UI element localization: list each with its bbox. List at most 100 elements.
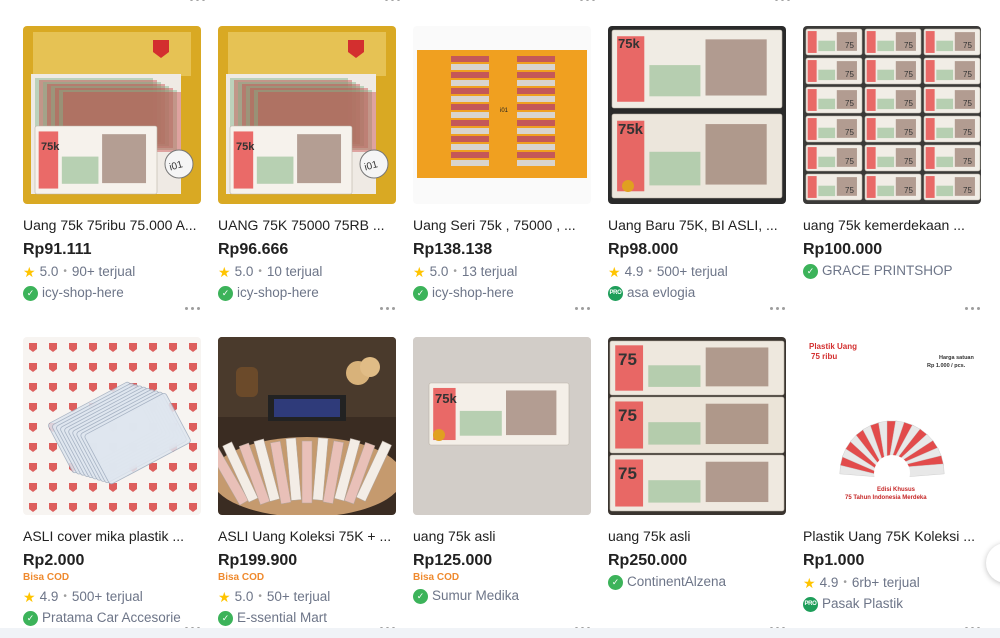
product-image[interactable]	[23, 337, 201, 515]
svg-text:75: 75	[963, 128, 972, 137]
verified-badge-icon: ✓	[23, 285, 38, 301]
product-rating: ★ 5.0 • 13 terjual	[413, 263, 591, 281]
product-card[interactable]: i01 Uang Seri 75k , 75000 , ... Rp138.13…	[413, 26, 591, 326]
more-options-icon[interactable]	[380, 303, 396, 313]
svg-text:75: 75	[904, 186, 913, 195]
product-image[interactable]	[218, 337, 396, 515]
shop-name[interactable]: E-ssential Mart	[237, 609, 327, 627]
svg-text:Edisi Khusus: Edisi Khusus	[877, 487, 916, 493]
shop-info[interactable]: ✓ ContinentAlzena	[608, 573, 784, 591]
svg-text:75: 75	[904, 99, 913, 108]
shop-name[interactable]: asa evlogia	[627, 284, 695, 302]
more-options-icon[interactable]	[580, 0, 598, 6]
product-card[interactable]: 75k 75k Uang Baru 75K, BI ASLI, ... Rp98…	[608, 26, 786, 326]
product-image[interactable]: 75k i01	[218, 26, 396, 204]
pro-badge-icon: PRO	[803, 596, 818, 612]
shop-name[interactable]: GRACE PRINTSHOP	[822, 262, 953, 280]
verified-badge-icon: ✓	[413, 285, 428, 301]
rating-value: 5.0	[429, 264, 449, 279]
separator-dot: •	[63, 591, 67, 602]
shop-info[interactable]: ✓ icy-shop-here	[23, 284, 199, 302]
product-price: Rp98.000	[608, 241, 679, 258]
shop-info[interactable]: ✓ icy-shop-here	[218, 284, 394, 302]
product-price: Rp2.000	[23, 552, 85, 569]
product-price: Rp1.000	[803, 552, 865, 569]
product-image[interactable]: 75k 75k	[608, 26, 786, 204]
svg-text:75 ribu: 75 ribu	[811, 352, 837, 361]
shop-info[interactable]: ✓ Pratama Car Accesorie	[23, 609, 199, 627]
shop-info[interactable]: ✓ E-ssential Mart	[218, 609, 394, 627]
svg-text:75k: 75k	[41, 141, 60, 153]
product-title[interactable]: uang 75k asli	[608, 528, 784, 545]
product-title[interactable]: Plastik Uang 75K Koleksi ...	[803, 528, 979, 545]
star-icon: ★	[23, 264, 36, 280]
svg-text:75: 75	[963, 157, 972, 166]
svg-text:75: 75	[904, 41, 913, 50]
more-options-icon[interactable]	[385, 0, 403, 6]
product-price: Rp138.138	[413, 241, 493, 258]
product-card[interactable]: ASLI cover mika plastik ... Rp2.000 Bisa…	[23, 337, 201, 637]
shop-name[interactable]: Pasak Plastik	[822, 595, 903, 613]
product-title[interactable]: uang 75k asli	[413, 528, 589, 545]
shop-info[interactable]: ✓ Sumur Medika	[413, 587, 589, 605]
product-card[interactable]: 75k uang 75k asli Rp125.000 Bisa COD ✓ S…	[413, 337, 591, 637]
verified-badge-icon: ✓	[803, 263, 818, 279]
product-rating: ★ 4.9 • 500+ terjual	[608, 263, 786, 281]
product-title[interactable]: UANG 75K 75000 75RB ...	[218, 217, 394, 234]
shop-name[interactable]: icy-shop-here	[42, 284, 124, 302]
product-title[interactable]: uang 75k kemerdekaan ...	[803, 217, 979, 234]
shop-info[interactable]: PRO asa evlogia	[608, 284, 784, 302]
product-card[interactable]: 75k i01 Uang 75k 75ribu 75.000 A... Rp91…	[23, 26, 201, 326]
verified-badge-icon: ✓	[218, 285, 233, 301]
product-title[interactable]: Uang 75k 75ribu 75.000 A...	[23, 217, 199, 234]
shop-info[interactable]: PRO Pasak Plastik	[803, 595, 979, 613]
shop-name[interactable]: icy-shop-here	[432, 284, 514, 302]
shop-name[interactable]: ContinentAlzena	[627, 573, 726, 591]
shop-info[interactable]: ✓ GRACE PRINTSHOP	[803, 262, 979, 280]
product-title[interactable]: Uang Baru 75K, BI ASLI, ...	[608, 217, 784, 234]
shop-info[interactable]: ✓ icy-shop-here	[413, 284, 589, 302]
product-title[interactable]: ASLI Uang Koleksi 75K + ...	[218, 528, 394, 545]
cod-label: Bisa COD	[218, 572, 265, 583]
product-rating: ★ 4.9 • 6rb+ terjual	[803, 574, 981, 592]
star-icon: ★	[218, 264, 231, 280]
product-card[interactable]: ASLI Uang Koleksi 75K + ... Rp199.900 Bi…	[218, 337, 396, 637]
more-options-icon[interactable]	[775, 0, 793, 6]
shop-name[interactable]: icy-shop-here	[237, 284, 319, 302]
sold-count: 500+ terjual	[656, 264, 728, 279]
product-image[interactable]: 75k i01	[23, 26, 201, 204]
product-rating: ★ 5.0 • 50+ terjual	[218, 588, 396, 606]
star-icon: ★	[803, 575, 816, 591]
product-image[interactable]: 75k	[413, 337, 591, 515]
product-image[interactable]: i01	[413, 26, 591, 204]
product-card[interactable]: 75 75 75 75 75 75 75 75 75 75 75 75 75 7…	[803, 26, 981, 326]
svg-text:Rp 1.000 / pcs.: Rp 1.000 / pcs.	[927, 363, 966, 369]
product-image[interactable]: Plastik Uang 75 ribu Harga satuan Rp 1.0…	[803, 337, 981, 515]
separator-dot: •	[258, 591, 262, 602]
more-options-icon[interactable]	[965, 303, 981, 313]
product-image[interactable]: 75 75 75	[608, 337, 786, 515]
svg-text:75: 75	[963, 70, 972, 79]
product-title[interactable]: ASLI cover mika plastik ...	[23, 528, 199, 545]
sold-count: 13 terjual	[461, 264, 518, 279]
verified-badge-icon: ✓	[413, 588, 428, 604]
verified-badge-icon: ✓	[23, 610, 38, 626]
svg-text:75: 75	[963, 186, 972, 195]
more-options-icon[interactable]	[770, 303, 786, 313]
product-price: Rp91.111	[23, 241, 92, 258]
shop-name[interactable]: Pratama Car Accesorie	[42, 609, 181, 627]
product-card[interactable]: 75k i01 UANG 75K 75000 75RB ... Rp96.666…	[218, 26, 396, 326]
more-options-icon[interactable]	[575, 303, 591, 313]
product-card[interactable]: 75 75 75 uang 75k asli Rp250.000 ✓ Conti…	[608, 337, 786, 637]
shop-name[interactable]: Sumur Medika	[432, 587, 519, 605]
verified-badge-icon: ✓	[218, 610, 233, 626]
svg-text:Plastik Uang: Plastik Uang	[809, 342, 857, 351]
product-title[interactable]: Uang Seri 75k , 75000 , ...	[413, 217, 589, 234]
more-options-icon[interactable]	[185, 303, 201, 313]
separator-dot: •	[843, 577, 847, 588]
product-image[interactable]: 75 75 75 75 75 75 75 75 75 75 75 75 75 7…	[803, 26, 981, 204]
product-card[interactable]: Plastik Uang 75 ribu Harga satuan Rp 1.0…	[803, 337, 981, 637]
more-options-icon[interactable]	[190, 0, 208, 6]
scroll-button[interactable]	[986, 543, 1000, 583]
product-rating: ★ 5.0 • 10 terjual	[218, 263, 396, 281]
